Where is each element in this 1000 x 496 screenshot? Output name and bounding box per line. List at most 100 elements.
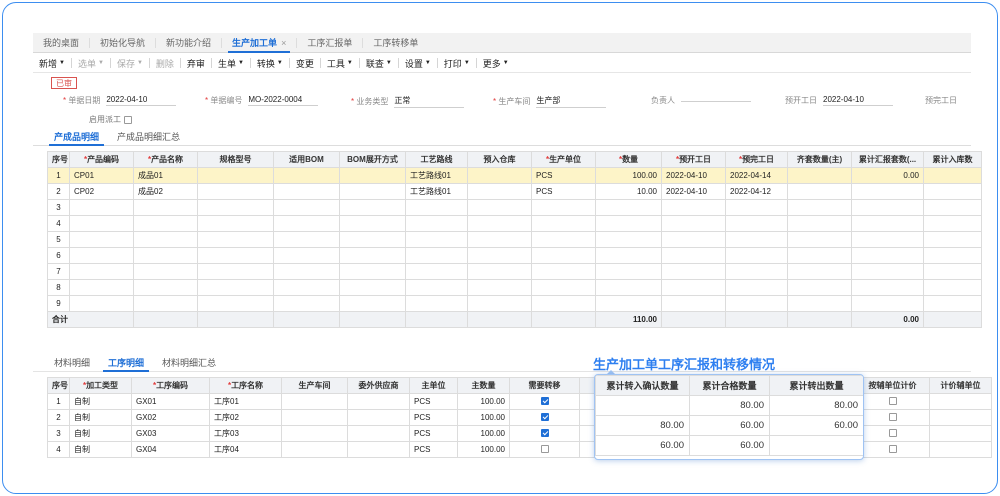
tab-process-transfer[interactable]: 工序转移单 (363, 33, 428, 53)
cell-unit[interactable] (531, 215, 596, 232)
cell-spec[interactable] (197, 263, 274, 280)
cell-code[interactable] (69, 279, 134, 296)
cell-name[interactable] (133, 247, 198, 264)
cell-stocked[interactable] (923, 263, 982, 280)
cell-unit[interactable] (531, 279, 596, 296)
cell-main-qty[interactable]: 100.00 (457, 441, 510, 458)
cell-kit-qty[interactable] (787, 231, 852, 248)
cell-qty[interactable] (595, 279, 662, 296)
cell-route[interactable] (405, 295, 468, 312)
workshop-field[interactable]: * 生产车间 生产部 (493, 95, 607, 108)
cell-unit[interactable]: PCS (531, 167, 596, 184)
tab-product-summary[interactable]: 产成品明细汇总 (108, 130, 189, 145)
col-main-unit[interactable]: 主单位 (409, 377, 458, 394)
cell-name[interactable] (133, 199, 198, 216)
cell-route[interactable]: 工艺路线01 (405, 167, 468, 184)
cell-name[interactable] (133, 295, 198, 312)
cell-kit-qty[interactable] (787, 167, 852, 184)
need-transfer-checkbox[interactable] (540, 428, 549, 437)
cell-warehouse[interactable] (467, 247, 532, 264)
cell-type[interactable]: 自制 (69, 409, 132, 426)
cell-bom[interactable] (273, 247, 340, 264)
cell-code[interactable] (69, 263, 134, 280)
cell-end[interactable] (725, 199, 788, 216)
cell-bom-mode[interactable] (339, 263, 406, 280)
cell-reported[interactable]: 0.00 (851, 167, 924, 184)
aux-price-checkbox[interactable] (888, 428, 897, 437)
cell-proc-name[interactable]: 工序02 (209, 409, 282, 426)
cell-workshop[interactable] (281, 409, 348, 426)
col-spec[interactable]: 规格型号 (197, 151, 274, 168)
cell-bom-mode[interactable] (339, 183, 406, 200)
cell-bom-mode[interactable] (339, 231, 406, 248)
cell-reported[interactable] (851, 295, 924, 312)
cell-spec[interactable] (197, 199, 274, 216)
cell-aux-unit[interactable] (929, 441, 992, 458)
biz-type-value[interactable]: 正常 (394, 95, 465, 108)
cell-proc-name[interactable]: 工序01 (209, 393, 282, 410)
cell-kit-qty[interactable] (787, 183, 852, 200)
cell-unit[interactable] (531, 247, 596, 264)
cell-need-transfer[interactable] (509, 393, 580, 410)
cell-reported[interactable] (851, 215, 924, 232)
cell-end[interactable] (725, 263, 788, 280)
plan-end-field[interactable]: 预完工日 (925, 95, 957, 106)
cell-proc-code[interactable]: GX01 (131, 393, 210, 410)
cell-qty[interactable] (595, 247, 662, 264)
col-unit[interactable]: *生产单位 (531, 151, 596, 168)
cell-spec[interactable] (197, 231, 274, 248)
col-supplier[interactable]: 委外供应商 (347, 377, 410, 394)
delete-button[interactable]: 删除 (150, 57, 180, 70)
cell-main-qty[interactable]: 100.00 (457, 409, 510, 426)
cell-main-unit[interactable]: PCS (409, 425, 458, 442)
cell-workshop[interactable] (281, 425, 348, 442)
cell-proc-code[interactable]: GX04 (131, 441, 210, 458)
col-proc-name[interactable]: *工序名称 (209, 377, 282, 394)
cell-code[interactable]: CP01 (69, 167, 134, 184)
cell-need-transfer[interactable] (509, 425, 580, 442)
cell-start[interactable] (661, 215, 726, 232)
cell-end[interactable] (725, 279, 788, 296)
col-bom[interactable]: 适用BOM (273, 151, 340, 168)
col-aux-price[interactable]: 按辅单位计价 (855, 377, 930, 394)
cell-code[interactable] (69, 215, 134, 232)
cell-aux-unit[interactable] (929, 393, 992, 410)
cell-warehouse[interactable] (467, 231, 532, 248)
cell-route[interactable] (405, 263, 468, 280)
cell-code[interactable] (69, 231, 134, 248)
cell-qty[interactable]: 10.00 (595, 183, 662, 200)
cell-route[interactable] (405, 279, 468, 296)
cell-qty[interactable] (595, 199, 662, 216)
cell-name[interactable]: 成品02 (133, 183, 198, 200)
cell-kit-qty[interactable] (787, 215, 852, 232)
settings-button[interactable]: 设置 ▼ (399, 57, 437, 70)
cell-reported[interactable] (851, 263, 924, 280)
cell-aux-price[interactable] (855, 441, 930, 458)
cell-start[interactable] (661, 247, 726, 264)
cell-stocked[interactable] (923, 279, 982, 296)
convert-button[interactable]: 转换 ▼ (251, 57, 289, 70)
cell-route[interactable] (405, 199, 468, 216)
cell-supplier[interactable] (347, 425, 410, 442)
cell-start[interactable] (661, 231, 726, 248)
aux-price-checkbox[interactable] (888, 396, 897, 405)
table-row[interactable]: 7 (47, 263, 982, 280)
cell-supplier[interactable] (347, 393, 410, 410)
cell-spec[interactable] (197, 215, 274, 232)
cell-end[interactable]: 2022-04-14 (725, 167, 788, 184)
cell-start[interactable] (661, 279, 726, 296)
cell-aux-price[interactable] (855, 425, 930, 442)
table-row[interactable]: 4 (47, 215, 982, 232)
cell-end[interactable] (725, 231, 788, 248)
cell-name[interactable] (133, 263, 198, 280)
cell-reported[interactable] (851, 231, 924, 248)
more-button[interactable]: 更多 ▼ (477, 57, 515, 70)
col-need-transfer[interactable]: 需要转移 (509, 377, 580, 394)
col-type[interactable]: *加工类型 (69, 377, 132, 394)
tab-init-guide[interactable]: 初始化导航 (90, 33, 155, 53)
cell-qty[interactable] (595, 231, 662, 248)
cell-bom[interactable] (273, 295, 340, 312)
cell-start[interactable]: 2022-04-10 (661, 167, 726, 184)
cell-type[interactable]: 自制 (69, 425, 132, 442)
cell-warehouse[interactable] (467, 199, 532, 216)
